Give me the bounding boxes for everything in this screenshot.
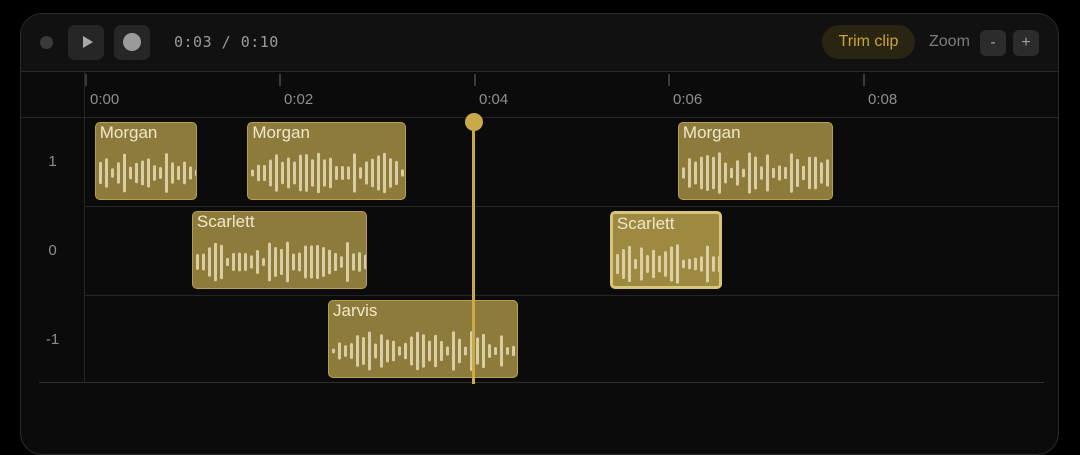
zoom-label: Zoom xyxy=(929,33,970,50)
ruler-tick xyxy=(279,74,281,86)
ruler-tick-label: 0:06 xyxy=(673,91,703,108)
clip-speaker-label: Morgan xyxy=(252,123,310,142)
ruler-tick-label: 0:04 xyxy=(479,91,509,108)
ruler-tick xyxy=(474,74,476,86)
play-icon xyxy=(83,36,93,48)
playhead-handle[interactable] xyxy=(464,113,483,131)
clip-speaker-label: Scarlett xyxy=(196,212,255,231)
clip[interactable]: Morgan xyxy=(247,122,406,200)
ruler-tick xyxy=(668,74,670,86)
record-button[interactable] xyxy=(114,25,150,60)
clip-selected[interactable]: Scarlett xyxy=(609,211,722,289)
recording-status-icon xyxy=(40,36,53,49)
trim-clip-button[interactable]: Trim clip xyxy=(822,25,915,59)
clip-speaker-label: Scarlett xyxy=(616,214,675,233)
record-icon xyxy=(123,33,141,51)
zoom-in-button[interactable]: + xyxy=(1013,30,1039,56)
waveform xyxy=(98,153,196,193)
clip-speaker-label: Jarvis xyxy=(333,301,378,320)
play-button[interactable] xyxy=(68,25,104,60)
ruler-tick xyxy=(85,74,87,86)
toolbar: 0:03 / 0:10 Trim clip Zoom - + xyxy=(21,14,1058,72)
track-label: 0 xyxy=(48,242,57,259)
track-label: -1 xyxy=(45,331,60,348)
ruler-tick-label: 0:02 xyxy=(284,91,314,108)
clip[interactable]: Jarvis xyxy=(328,300,518,378)
clip-speaker-label: Morgan xyxy=(99,123,158,142)
playhead-line[interactable] xyxy=(472,118,476,384)
ruler-tick-label: 0:08 xyxy=(868,91,898,108)
time-display: 0:03 / 0:10 xyxy=(174,33,279,51)
zoom-out-button[interactable]: - xyxy=(980,30,1006,56)
waveform xyxy=(615,244,719,284)
track-divider xyxy=(84,206,1058,207)
timeline-bottom-border xyxy=(39,382,1044,383)
clip[interactable]: Morgan xyxy=(677,122,834,200)
waveform xyxy=(195,241,366,283)
track-divider xyxy=(84,295,1058,296)
timeline-editor: 0:03 / 0:10 Trim clip Zoom - + 0:00 0:02… xyxy=(20,13,1059,455)
clip-speaker-label: Morgan xyxy=(682,123,741,142)
clip[interactable]: Morgan xyxy=(94,122,197,200)
ruler-tick xyxy=(863,74,865,86)
waveform xyxy=(681,152,829,194)
waveform xyxy=(332,330,515,372)
clip[interactable]: Scarlett xyxy=(191,211,367,289)
ruler-tick-label: 0:00 xyxy=(90,91,120,108)
track-label: 1 xyxy=(48,153,57,170)
waveform xyxy=(251,152,405,194)
ruler-divider xyxy=(21,117,1058,118)
